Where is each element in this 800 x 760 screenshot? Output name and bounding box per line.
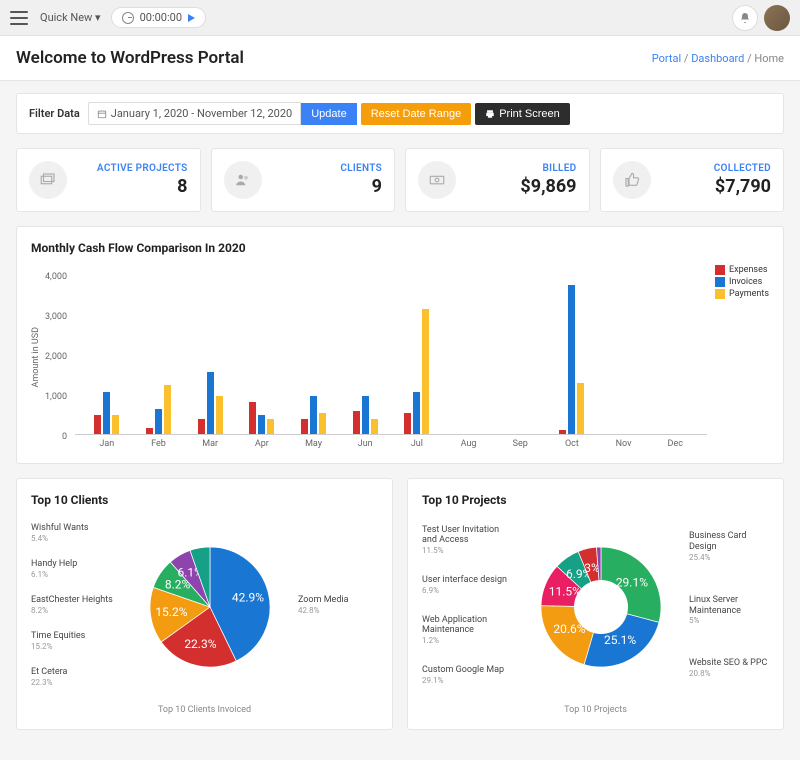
- topbar: Quick New ▾ 00:00:00: [0, 0, 800, 36]
- legend-payments: Payments: [729, 289, 769, 299]
- bell-icon: [739, 12, 751, 24]
- card-label: COLLECTED: [661, 163, 772, 174]
- folders-icon: [29, 161, 67, 199]
- card-value: $9,869: [466, 176, 577, 197]
- print-icon: [485, 109, 495, 119]
- legend-expenses: Expenses: [729, 265, 767, 275]
- clients-left-labels: Wishful Wants5.4%Handy Help6.1%EastChest…: [31, 517, 121, 697]
- filter-label: Filter Data: [29, 107, 80, 120]
- top-clients-panel: Top 10 Clients Wishful Wants5.4%Handy He…: [16, 478, 393, 730]
- breadcrumb-home: Home: [754, 52, 784, 65]
- breadcrumb-portal[interactable]: Portal: [652, 52, 681, 65]
- clients-right-labels: Zoom Media42.8%: [298, 517, 378, 697]
- breadcrumb-dashboard[interactable]: Dashboard: [691, 52, 744, 65]
- timer-widget[interactable]: 00:00:00: [111, 7, 206, 28]
- card-value: 9: [272, 176, 383, 197]
- stat-cards: ACTIVE PROJECTS 8 CLIENTS 9 BILLED $9,869 C…: [16, 148, 784, 212]
- bar-chart: [75, 265, 707, 435]
- card-value: 8: [77, 176, 188, 197]
- quick-new-dropdown[interactable]: Quick New ▾: [40, 11, 101, 24]
- projects-left-labels: Test User Invitation and Access11.5%User…: [422, 517, 512, 697]
- money-icon: [418, 161, 456, 199]
- page-header: Welcome to WordPress Portal Portal / Das…: [0, 36, 800, 81]
- menu-icon[interactable]: [10, 11, 28, 25]
- chart-legend: Expenses Invoices Payments: [715, 265, 769, 449]
- card-label: ACTIVE PROJECTS: [77, 163, 188, 174]
- projects-caption: Top 10 Projects: [422, 705, 769, 715]
- y-axis-label: Amount in USD: [31, 327, 41, 387]
- svg-text:25.1%: 25.1%: [604, 633, 636, 647]
- card-active-projects: ACTIVE PROJECTS 8: [16, 148, 201, 212]
- card-label: BILLED: [466, 163, 577, 174]
- legend-invoices: Invoices: [729, 277, 762, 287]
- card-collected: COLLECTED $7,790: [600, 148, 785, 212]
- page-title: Welcome to WordPress Portal: [16, 48, 244, 68]
- date-range-input[interactable]: January 1, 2020 - November 12, 2020: [88, 102, 301, 125]
- clients-caption: Top 10 Clients Invoiced: [31, 705, 378, 715]
- filter-bar: Filter Data January 1, 2020 - November 1…: [16, 93, 784, 134]
- print-label: Print Screen: [499, 108, 560, 120]
- svg-text:22.3%: 22.3%: [184, 637, 216, 651]
- card-clients: CLIENTS 9: [211, 148, 396, 212]
- update-button[interactable]: Update: [301, 103, 356, 125]
- card-billed: BILLED $9,869: [405, 148, 590, 212]
- top-projects-title: Top 10 Projects: [422, 493, 769, 507]
- y-ticks: 4,0003,0002,0001,0000: [45, 272, 67, 442]
- card-label: CLIENTS: [272, 163, 383, 174]
- breadcrumb: Portal / Dashboard / Home: [652, 52, 784, 65]
- print-button[interactable]: Print Screen: [475, 103, 570, 125]
- cashflow-title: Monthly Cash Flow Comparison In 2020: [31, 241, 769, 255]
- calendar-icon: [97, 109, 107, 119]
- timer-value: 00:00:00: [140, 11, 182, 24]
- users-icon: [224, 161, 262, 199]
- reset-button[interactable]: Reset Date Range: [361, 103, 472, 125]
- play-icon[interactable]: [188, 14, 195, 22]
- date-range-text: January 1, 2020 - November 12, 2020: [111, 107, 292, 120]
- clients-pie-chart: 42.9%22.3%15.2%8.2%6.1%: [129, 517, 290, 697]
- projects-donut-chart: 29.1%25.1%20.6%11.5%6.9%3%: [520, 517, 681, 697]
- top-projects-panel: Top 10 Projects Test User Invitation and…: [407, 478, 784, 730]
- top-clients-title: Top 10 Clients: [31, 493, 378, 507]
- card-value: $7,790: [661, 176, 772, 197]
- svg-text:29.1%: 29.1%: [615, 575, 647, 589]
- svg-text:42.9%: 42.9%: [231, 590, 263, 604]
- user-avatar[interactable]: [764, 5, 790, 31]
- cashflow-panel: Monthly Cash Flow Comparison In 2020 Amo…: [16, 226, 784, 464]
- clock-icon: [122, 12, 134, 24]
- x-ticks: JanFebMarAprMayJunJulAugSepOctNovDec: [75, 435, 707, 449]
- svg-text:15.2%: 15.2%: [155, 605, 187, 619]
- thumbs-up-icon: [613, 161, 651, 199]
- notifications-button[interactable]: [732, 5, 758, 31]
- projects-right-labels: Business Card Design25.4%Linux Server Ma…: [689, 517, 769, 697]
